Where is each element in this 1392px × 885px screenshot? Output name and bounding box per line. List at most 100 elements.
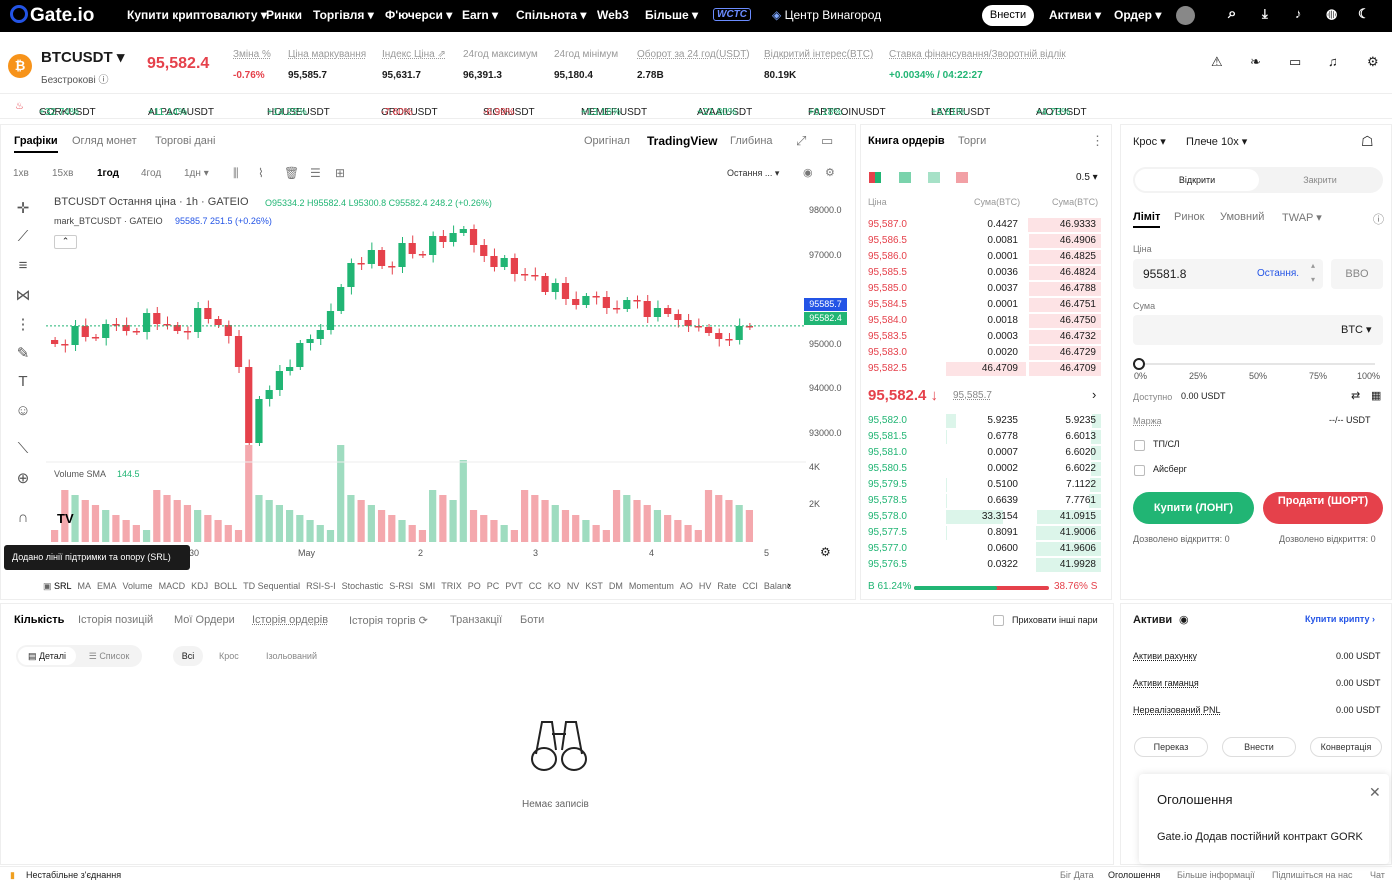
warning-icon[interactable]: ⚠ <box>1211 54 1223 70</box>
trend-line-icon[interactable]: ⟋ <box>13 228 33 248</box>
nav-more[interactable]: Більше ▾ <box>645 8 698 22</box>
grid-icon[interactable]: ⊞ <box>335 166 345 180</box>
sell-short-button[interactable]: Продати (ШОРТ) <box>1263 492 1383 524</box>
bids-only-icon[interactable] <box>899 172 911 183</box>
text-tool-icon[interactable]: T <box>13 373 33 393</box>
indicator-item[interactable]: CC <box>529 581 542 591</box>
indicator-item[interactable]: DM <box>609 581 623 591</box>
bell-ring-icon[interactable]: ♫ <box>1328 54 1338 69</box>
hide-other-pairs-checkbox[interactable] <box>993 615 1004 626</box>
info-icon[interactable]: ⓘ <box>1373 211 1384 227</box>
wctc-badge[interactable]: WCTC <box>713 8 751 21</box>
indicator-item[interactable]: BOLL <box>214 581 237 591</box>
list-view-button[interactable]: ☰ Список <box>80 647 138 665</box>
chevron-right-icon[interactable]: › <box>1092 387 1096 402</box>
buy-crypto-link[interactable]: Купити крипту › <box>1305 614 1375 624</box>
footer-link-chat[interactable]: Чат <box>1370 870 1385 880</box>
indicator-item[interactable]: TRIX <box>441 581 462 591</box>
fib-icon[interactable]: ⋮ <box>13 315 33 335</box>
open-tab[interactable]: Відкрити <box>1135 169 1259 191</box>
indicator-item[interactable]: S-RSI <box>389 581 413 591</box>
interval-4h[interactable]: 4год <box>141 168 161 179</box>
leverage-select[interactable]: Плече 10x ▾ <box>1186 135 1247 148</box>
interval-15m[interactable]: 15хв <box>52 168 73 179</box>
indicator-item[interactable]: SRL <box>54 581 72 591</box>
tradingview-logo[interactable]: TV <box>57 511 85 531</box>
price-input[interactable]: 95581.8 Остання. ▴ ▾ <box>1133 259 1323 289</box>
nav-rewards-center[interactable]: ◈ Центр Винагород <box>772 8 881 22</box>
price-type-select[interactable]: Остання ... ▾ <box>727 168 779 179</box>
indicator-item[interactable]: Volume <box>123 581 153 591</box>
tab-order-history[interactable]: Історія ордерів <box>252 614 328 626</box>
bbo-button[interactable]: BBO <box>1331 259 1383 289</box>
filter-cross[interactable]: Крос <box>219 651 239 661</box>
nav-web3[interactable]: Web3 <box>597 8 629 22</box>
footer-link-announcements[interactable]: Оголошення <box>1108 870 1160 880</box>
pattern-icon[interactable]: ⋈ <box>13 286 33 306</box>
ruler-icon[interactable]: ⟍ <box>13 440 33 460</box>
bid-row[interactable]: 95,577.0 0.0600 41.9606 <box>861 541 1106 557</box>
tab-positions[interactable]: Кількість <box>14 614 64 626</box>
indicator-item[interactable]: Momentum <box>629 581 674 591</box>
nav-trade[interactable]: Торгівля ▾ <box>313 8 374 22</box>
order-type-market[interactable]: Ринок <box>1174 211 1205 223</box>
order-type-conditional[interactable]: Умовний <box>1220 211 1264 223</box>
tab-charts[interactable]: Графіки <box>14 135 58 153</box>
settings-icon[interactable]: ⚙ <box>1367 54 1379 70</box>
margin-mode-select[interactable]: Крос ▾ <box>1133 135 1166 148</box>
filter-isolated[interactable]: Ізольований <box>266 651 317 661</box>
close-tab[interactable]: Закрити <box>1259 169 1381 191</box>
ask-row[interactable]: 95,583.0 0.0020 46.4729 <box>861 345 1106 361</box>
indicator-item[interactable]: RSI-S-I <box>306 581 336 591</box>
view-original[interactable]: Оригінал <box>584 135 630 147</box>
search-icon[interactable]: ⌕ <box>1228 5 1236 22</box>
ask-row[interactable]: 95,586.0 0.0001 46.4825 <box>861 249 1106 265</box>
order-type-twap[interactable]: TWAP ▾ <box>1282 211 1322 224</box>
indicator-item[interactable]: KDJ <box>191 581 208 591</box>
transfer-button[interactable]: Переказ <box>1134 737 1208 757</box>
indicator-item[interactable]: MA <box>78 581 92 591</box>
candle-type-icon[interactable]: ⫼ <box>233 166 239 181</box>
bid-row[interactable]: 95,580.5 0.0002 6.6022 <box>861 461 1106 477</box>
last-price-button[interactable]: Остання. <box>1257 268 1299 279</box>
ask-row[interactable]: 95,586.5 0.0081 46.4906 <box>861 233 1106 249</box>
book-icon[interactable]: ▭ <box>1289 54 1301 70</box>
avatar[interactable] <box>1176 6 1195 25</box>
indicator-item[interactable]: PC <box>487 581 500 591</box>
slider-mark[interactable]: 100% <box>1357 371 1380 381</box>
order-type-limit[interactable]: Ліміт <box>1133 211 1161 228</box>
fullscreen-icon[interactable]: ⤢ <box>796 133 806 149</box>
nav-community[interactable]: Спільнота ▾ <box>516 8 586 22</box>
eye-icon[interactable]: ◉ <box>1179 613 1189 626</box>
nav-buy-crypto[interactable]: Купити криптовалюту ▾ <box>127 8 267 22</box>
indicator-item[interactable]: KO <box>548 581 561 591</box>
amount-input[interactable]: BTC ▾ <box>1133 315 1383 345</box>
indicator-item[interactable]: EMA <box>97 581 117 591</box>
download-icon[interactable]: ⤓ <box>1262 6 1268 22</box>
announcement-text[interactable]: Gate.io Додав постійний контракт GORK <box>1157 831 1363 843</box>
window-icon[interactable]: ▭ <box>821 133 833 149</box>
bid-row[interactable]: 95,577.5 0.8091 41.9006 <box>861 525 1106 541</box>
candlestick-chart[interactable] <box>46 187 806 597</box>
zoom-in-icon[interactable]: ⊕ <box>13 469 33 489</box>
indicator-item[interactable]: SMI <box>419 581 435 591</box>
nav-markets[interactable]: Ринки <box>266 8 302 22</box>
bid-row[interactable]: 95,581.5 0.6778 6.6013 <box>861 429 1106 445</box>
leaf-icon[interactable]: ❧ <box>1250 54 1261 70</box>
list-icon[interactable]: ☰ <box>310 166 321 180</box>
tab-trades[interactable]: Торги <box>958 135 986 147</box>
theme-icon[interactable]: ☾ <box>1358 6 1370 22</box>
slider-mark[interactable]: 50% <box>1249 371 1267 381</box>
slider-mark[interactable]: 0% <box>1134 371 1147 381</box>
bid-row[interactable]: 95,576.5 0.0322 41.9928 <box>861 557 1106 573</box>
interval-1h[interactable]: 1год <box>97 168 119 179</box>
transfer-icon[interactable]: ⇄ <box>1351 389 1360 402</box>
price-step-select[interactable]: 0.5 ▾ <box>1076 172 1098 183</box>
indicator-icon[interactable]: ⌇ <box>258 166 264 180</box>
tab-coin-overview[interactable]: Огляд монет <box>72 135 137 147</box>
amount-slider[interactable] <box>1139 363 1375 365</box>
scroll-right-icon[interactable]: › <box>787 580 791 592</box>
chart-settings-icon[interactable]: ⚙ <box>825 166 835 179</box>
view-tradingview[interactable]: TradingView <box>647 134 717 148</box>
details-view-button[interactable]: ▤ Деталі <box>18 647 76 665</box>
